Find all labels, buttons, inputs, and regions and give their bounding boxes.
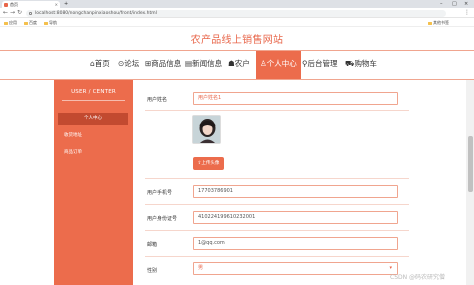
page-scrollbar[interactable] (466, 80, 474, 285)
back-icon[interactable]: ← (3, 8, 8, 18)
nav-cart[interactable]: ⛟购物车 (345, 51, 377, 79)
sidebar-header: USER / CENTER (71, 89, 116, 95)
browser-tab-bar: 首页 × + – □ × (0, 0, 474, 8)
new-tab-icon[interactable]: + (64, 0, 68, 8)
nav-label: 论坛 (124, 59, 140, 68)
nav-home[interactable]: ⌂首页 (90, 51, 110, 79)
form-row-gender: 性别 男 ▾ (145, 257, 409, 283)
nav-forum[interactable]: ⊙论坛 (118, 51, 139, 79)
close-tab-icon[interactable]: × (55, 1, 58, 8)
nav-label: 农户 (234, 59, 250, 68)
bookmark-baidu[interactable]: 百度 (24, 19, 37, 27)
nav-farmers[interactable]: ☗农户 (228, 51, 250, 79)
folder-icon (428, 21, 432, 25)
bookmark-label: 导航 (49, 20, 57, 25)
scrollbar-thumb[interactable] (467, 136, 473, 192)
sidebar-item-user-center[interactable]: 个人中心 (58, 113, 128, 125)
bookmarks-bar: 应用 百度 导航 其他书签 (0, 19, 474, 27)
close-window-icon[interactable]: × (464, 0, 468, 8)
avatar-image (193, 116, 220, 143)
upload-label: 上传头像 (201, 161, 220, 166)
form-row-idcard: 用户身份证号 410224199610232001 (145, 205, 409, 231)
bookmark-apps[interactable]: 应用 (4, 19, 17, 27)
idcard-input[interactable]: 410224199610232001 (193, 211, 398, 224)
bookmark-nav[interactable]: 导航 (44, 19, 57, 27)
form-row-avatar (145, 167, 409, 179)
watermark: CSDN @码农研究僧 (390, 274, 446, 281)
nav-label: 新闻信息 (192, 59, 223, 68)
nav-products[interactable]: ⊞商品信息 (145, 51, 181, 79)
bookmark-label: 应用 (9, 20, 17, 25)
gender-label: 性别 (147, 268, 158, 274)
nav-user-center[interactable]: ♙个人中心 (256, 51, 301, 79)
form-row-email: 邮箱 1@qq.com (145, 231, 409, 257)
phone-input[interactable]: 17703786901 (193, 185, 398, 198)
address-row: ← → ↻ localhost:8080/nongchanpinxiaoshou… (0, 8, 474, 18)
gender-value: 男 (198, 265, 204, 271)
folder-icon (44, 21, 48, 25)
info-icon (29, 11, 32, 15)
form-row-phone: 用户手机号 17703786901 (145, 179, 409, 205)
browser-menu-icon[interactable]: ⋮ (464, 8, 470, 18)
bookmark-other[interactable]: 其他书签 (428, 19, 449, 27)
email-input[interactable]: 1@qq.com (193, 237, 398, 250)
address-bar[interactable]: localhost:8080/nongchanpinxiaoshou/front… (26, 9, 446, 17)
tab-title: 首页 (10, 2, 18, 7)
favicon-icon (4, 2, 8, 7)
minimize-icon[interactable]: – (440, 0, 443, 8)
nav-label: 商品信息 (151, 59, 182, 68)
browser-window: 首页 × + – □ × ← → ↻ localhost:8080/nongch… (0, 0, 474, 285)
gender-select[interactable]: 男 ▾ (193, 262, 398, 275)
bookmark-label: 百度 (29, 20, 37, 25)
main-nav: ⌂首页 ⊙论坛 ⊞商品信息 ▤新闻信息 ☗农户 ♙个人中心 ⚲后台管理 ⛟购物车 (0, 50, 474, 80)
url-text: localhost:8080/nongchanpinxiaoshou/front… (35, 10, 157, 16)
form-row-username: 用户姓名 用户姓名1 (145, 85, 409, 111)
nav-label: 后台管理 (307, 59, 338, 68)
sidebar-item-orders[interactable]: 商品订单 (58, 147, 128, 159)
folder-icon (24, 21, 28, 25)
forward-icon[interactable]: → (10, 8, 15, 18)
apps-icon (4, 21, 8, 25)
nav-news[interactable]: ▤新闻信息 (185, 51, 222, 79)
site-title: 农产品线上销售网站 (190, 35, 284, 46)
farmer-icon: ☗ (228, 59, 235, 68)
bookmark-label: 其他书签 (433, 20, 449, 25)
idcard-label: 用户身份证号 (147, 216, 178, 222)
avatar (192, 115, 221, 144)
nav-label: 个人中心 (266, 59, 297, 68)
sidebar-divider (62, 100, 125, 101)
user-icon: ♙ (260, 59, 267, 68)
nav-label: 购物车 (354, 59, 377, 68)
sidebar-item-address[interactable]: 收货地址 (58, 130, 128, 142)
reload-icon[interactable]: ↻ (17, 8, 22, 18)
profile-form: 用户姓名 用户姓名1 ⇪上传头像 用户手机号 17703786901 用户身份证… (145, 85, 409, 285)
maximize-icon[interactable]: □ (452, 0, 457, 8)
nav-admin[interactable]: ⚲后台管理 (302, 51, 338, 79)
email-label: 邮箱 (147, 242, 158, 248)
browser-tab[interactable]: 首页 × (2, 1, 60, 8)
nav-label: 首页 (94, 59, 110, 68)
phone-label: 用户手机号 (147, 190, 173, 196)
username-input[interactable]: 用户姓名1 (193, 92, 398, 105)
username-label: 用户姓名 (147, 97, 168, 103)
user-sidebar: USER / CENTER 个人中心 收货地址 商品订单 (54, 80, 133, 285)
